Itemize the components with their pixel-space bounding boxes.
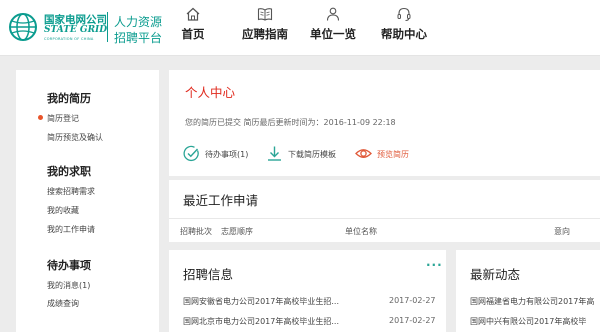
nav-guide-label: 应聘指南 [242, 27, 288, 41]
nav-help-label: 帮助中心 [381, 27, 427, 41]
sidebar-item-resume-register[interactable]: 简历登记 [38, 113, 79, 124]
latest-news-title: 最新动态 [470, 267, 521, 282]
job-title: 国网安徽省电力公司2017年高校毕业生招... [183, 297, 339, 306]
job-title: 国网北京市电力公司2017年高校毕业生招... [183, 317, 339, 326]
news-item[interactable]: 国网中兴有限公司2017年高校毕 [470, 316, 586, 327]
sidebar-item-messages[interactable]: 我的消息(1) [47, 280, 90, 291]
download-icon [268, 146, 281, 161]
top-header: 国家电网公司 STATE GRID CORPORATION OF CHINA 人… [0, 0, 600, 56]
check-circle-icon [183, 145, 199, 162]
list-item[interactable]: 国网安徽省电力公司2017年高校毕业生招... 2017-02-27 [183, 296, 436, 308]
sidebar-item-my-applications[interactable]: 我的工作申请 [47, 224, 95, 235]
logo-company-sub: CORPORATION OF CHINA [44, 37, 94, 41]
page-title: 个人中心 [185, 85, 236, 100]
nav-help[interactable]: 帮助中心 [380, 6, 428, 50]
state-grid-logo[interactable]: 国家电网公司 STATE GRID CORPORATION OF CHINA 人… [8, 8, 180, 48]
logo-company-en: STATE GRID [44, 25, 108, 35]
recruitment-info-card: 招聘信息 ··· 国网安徽省电力公司2017年高校毕业生招... 2017-02… [169, 250, 446, 332]
book-icon [257, 8, 273, 21]
latest-news-card: 最新动态 国网福建省电力有限公司2017年高 国网中兴有限公司2017年高校毕 [456, 250, 600, 332]
todo-button-label: 待办事项(1) [205, 150, 249, 159]
recent-applications-card: 最近工作申请 招聘批次 志愿顺序 单位名称 意向 [169, 180, 600, 242]
sidebar-item-resume-preview[interactable]: 简历预览及确认 [47, 132, 103, 143]
sidebar-item-scores[interactable]: 成绩查询 [47, 298, 79, 309]
sidebar: 我的简历 简历登记 简历预览及确认 我的求职 搜索招聘需求 我的收藏 我的工作申… [16, 70, 159, 332]
job-date: 2017-02-27 [389, 316, 436, 325]
list-item[interactable]: 国网北京市电力公司2017年高校毕业生招... 2017-02-27 [183, 316, 436, 328]
logo-divider [107, 12, 108, 42]
people-icon [326, 7, 340, 21]
nav-home[interactable]: 首页 [176, 6, 210, 50]
sidebar-item-favorites[interactable]: 我的收藏 [47, 205, 79, 216]
recent-divider [169, 218, 600, 219]
preview-resume-label: 预览简历 [377, 150, 409, 159]
download-template-label: 下载简历模板 [288, 150, 336, 159]
portal-name-line2: 招聘平台 [114, 31, 163, 45]
state-grid-globe-icon [9, 13, 37, 41]
recent-applications-title: 最近工作申请 [183, 193, 259, 208]
sidebar-title-resume: 我的简历 [47, 92, 91, 105]
resume-status-text: 您的简历已提交 简历最后更新时间为：2016-11-09 22:18 [185, 118, 396, 127]
nav-guide[interactable]: 应聘指南 [240, 6, 290, 50]
portal-name-line1: 人力资源 [114, 15, 163, 29]
sidebar-item-search-jobs[interactable]: 搜索招聘需求 [47, 186, 95, 197]
column-header-preference-order: 志愿顺序 [221, 227, 253, 236]
more-icon[interactable]: ··· [426, 258, 443, 272]
personal-center-card: 个人中心 您的简历已提交 简历最后更新时间为：2016-11-09 22:18 … [169, 70, 600, 176]
headset-icon [397, 7, 411, 21]
sidebar-title-todo: 待办事项 [47, 259, 91, 272]
nav-units-label: 单位一览 [310, 27, 356, 41]
job-date: 2017-02-27 [389, 296, 436, 305]
home-icon [186, 7, 200, 21]
news-item[interactable]: 国网福建省电力有限公司2017年高 [470, 296, 594, 307]
recruitment-info-title: 招聘信息 [183, 267, 234, 282]
nav-units[interactable]: 单位一览 [309, 6, 357, 50]
nav-home-label: 首页 [181, 27, 205, 41]
sidebar-title-job-search: 我的求职 [47, 165, 91, 178]
column-header-intent: 意向 [554, 227, 570, 236]
column-header-unit-name: 单位名称 [345, 227, 377, 236]
eye-icon [355, 149, 372, 158]
column-header-batch: 招聘批次 [180, 227, 212, 236]
